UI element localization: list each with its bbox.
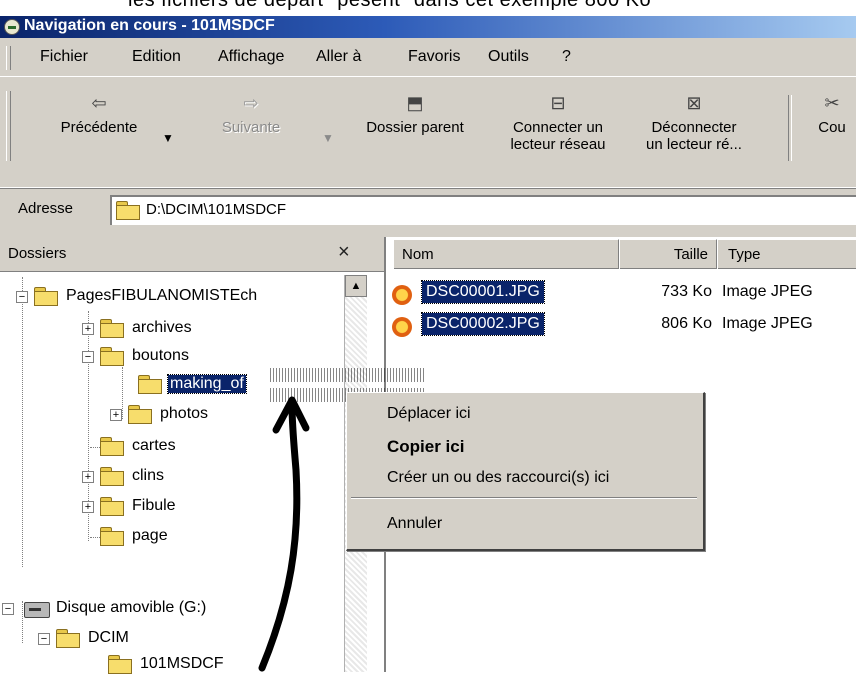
folder-icon bbox=[100, 437, 124, 456]
collapse-icon[interactable]: − bbox=[82, 351, 94, 363]
expand-icon[interactable]: + bbox=[82, 323, 94, 335]
address-field[interactable]: D:\DCIM\101MSDCF bbox=[110, 195, 856, 225]
folder-icon bbox=[100, 467, 124, 486]
folder-up-icon: ⬒ bbox=[406, 93, 424, 113]
explorer-app-icon bbox=[4, 19, 20, 35]
cut-button[interactable]: ✂ Cou bbox=[808, 93, 856, 136]
menu-help[interactable]: ? bbox=[562, 48, 571, 66]
disconnect-drive-button[interactable]: ⊠ Déconnecter un lecteur ré... bbox=[636, 93, 752, 153]
disconnect-drive-icon: ⊠ bbox=[686, 93, 702, 113]
menu-separator bbox=[351, 497, 697, 499]
standard-toolbar: ⇦ Précédente ▼ ⇨ Suivante ▼ ⬒ Dossier pa… bbox=[0, 76, 856, 187]
tree-line bbox=[122, 367, 123, 419]
folder-icon bbox=[100, 497, 124, 516]
folder-icon bbox=[56, 629, 80, 648]
menu-fichier[interactable]: Fichier bbox=[40, 48, 88, 66]
folder-icon bbox=[116, 201, 140, 220]
tree-line bbox=[22, 277, 23, 567]
toolbar-grip[interactable] bbox=[6, 91, 11, 161]
window-titlebar[interactable]: Navigation en cours - 101MSDCF bbox=[0, 16, 856, 38]
folder-icon bbox=[138, 375, 162, 394]
folder-icon bbox=[100, 527, 124, 546]
scissors-icon: ✂ bbox=[824, 93, 840, 113]
map-drive-button[interactable]: ⊟ Connecter un lecteur réseau bbox=[498, 93, 618, 153]
address-bar: Adresse D:\DCIM\101MSDCF bbox=[0, 188, 856, 230]
close-icon[interactable]: × bbox=[338, 241, 350, 264]
window-title: Navigation en cours - 101MSDCF bbox=[24, 17, 275, 34]
drive-icon bbox=[24, 602, 50, 618]
menu-aller-a[interactable]: Aller à bbox=[316, 48, 361, 66]
file-size: 733 Ko bbox=[661, 283, 712, 300]
column-header-type[interactable]: Type bbox=[718, 239, 856, 269]
jpeg-file-icon bbox=[392, 317, 412, 337]
folder-up-button[interactable]: ⬒ Dossier parent bbox=[340, 93, 490, 136]
menu-bar: Fichier Edition Affichage Aller à Favori… bbox=[0, 38, 856, 76]
folder-icon bbox=[34, 287, 58, 306]
folder-icon bbox=[100, 347, 124, 366]
folder-icon bbox=[128, 405, 152, 424]
menu-affichage[interactable]: Affichage bbox=[218, 48, 284, 66]
forward-button[interactable]: ⇨ Suivante bbox=[196, 93, 306, 136]
folder-icon bbox=[108, 655, 132, 674]
map-drive-icon: ⊟ bbox=[550, 93, 566, 113]
address-label: Adresse bbox=[18, 200, 74, 217]
menu-item-create-shortcut[interactable]: Créer un ou des raccourci(s) ici bbox=[387, 469, 609, 487]
collapse-icon[interactable]: − bbox=[16, 291, 28, 303]
address-value[interactable]: D:\DCIM\101MSDCF bbox=[146, 201, 286, 218]
menu-item-move-here[interactable]: Déplacer ici bbox=[387, 405, 471, 423]
forward-dropdown-icon[interactable]: ▼ bbox=[322, 131, 334, 145]
menu-edition[interactable]: Edition bbox=[132, 48, 181, 66]
folders-title: Dossiers bbox=[8, 245, 67, 262]
pane-gap bbox=[0, 229, 856, 237]
collapse-icon[interactable]: − bbox=[38, 633, 50, 645]
back-button[interactable]: ⇦ Précédente bbox=[44, 93, 154, 136]
expand-icon[interactable]: + bbox=[82, 471, 94, 483]
file-type: Image JPEG bbox=[722, 315, 813, 332]
caption-text: les fichiers de départ "pèsent" dans cet… bbox=[128, 0, 652, 11]
menu-outils[interactable]: Outils bbox=[488, 48, 529, 66]
column-header-name[interactable]: Nom bbox=[394, 239, 619, 269]
back-arrow-icon: ⇦ bbox=[91, 93, 107, 113]
scroll-up-icon[interactable]: ▲ bbox=[345, 275, 367, 297]
tree-line bbox=[22, 601, 23, 643]
folders-header: Dossiers × bbox=[0, 237, 384, 272]
menu-favoris[interactable]: Favoris bbox=[408, 48, 460, 66]
menu-item-copy-here[interactable]: Copier ici bbox=[387, 437, 464, 457]
drop-context-menu: Déplacer ici Copier ici Créer un ou des … bbox=[346, 392, 705, 551]
file-row[interactable]: DSC00001.JPG 733 Ko Image JPEG bbox=[386, 279, 856, 307]
jpeg-file-icon bbox=[392, 285, 412, 305]
collapse-icon[interactable]: − bbox=[2, 603, 14, 615]
expand-icon[interactable]: + bbox=[82, 501, 94, 513]
folders-pane: Dossiers × − PagesFIBULANOMISTEch + arch… bbox=[0, 237, 386, 674]
file-name: DSC00002.JPG bbox=[421, 312, 545, 336]
expand-icon[interactable]: + bbox=[110, 409, 122, 421]
file-size: 806 Ko bbox=[661, 315, 712, 332]
menubar-grip[interactable] bbox=[6, 46, 11, 70]
back-dropdown-icon[interactable]: ▼ bbox=[162, 131, 174, 145]
file-type: Image JPEG bbox=[722, 283, 813, 300]
forward-arrow-icon: ⇨ bbox=[243, 93, 259, 113]
file-name: DSC00001.JPG bbox=[421, 280, 545, 304]
folder-icon bbox=[100, 319, 124, 338]
page-caption: les fichiers de départ "pèsent" dans cet… bbox=[0, 0, 856, 16]
column-header-size[interactable]: Taille bbox=[620, 239, 717, 269]
file-row[interactable]: DSC00002.JPG 806 Ko Image JPEG bbox=[386, 311, 856, 339]
toolbar-separator bbox=[788, 95, 792, 161]
menu-item-cancel[interactable]: Annuler bbox=[387, 515, 442, 533]
